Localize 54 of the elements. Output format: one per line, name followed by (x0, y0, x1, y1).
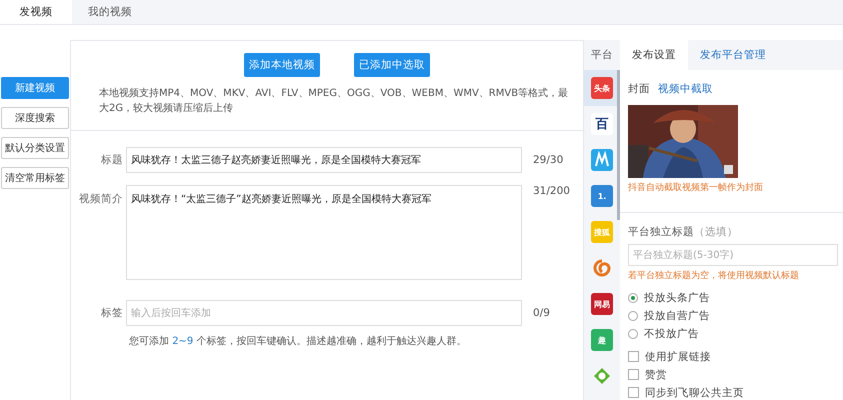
scrollbar[interactable] (617, 70, 620, 220)
platform-logo: 头条 (591, 77, 613, 99)
radio-button[interactable] (628, 328, 638, 338)
option-label: 投放头条广告 (644, 290, 710, 304)
sidebar-button[interactable]: 深度搜索 (1, 107, 69, 129)
platform-title-field[interactable]: 平台独立标题(5-30字) (628, 244, 838, 266)
char-count: 29/30 (533, 154, 564, 166)
char-count: 0/9 (533, 307, 550, 319)
page-tab[interactable]: 我的视频 (72, 0, 148, 24)
cover-label: 封面 (628, 82, 650, 96)
sidebar-button[interactable]: 新建视频 (1, 77, 69, 99)
platform-logo: 搜狐 (591, 221, 613, 243)
field-label: 视频简介 (78, 192, 124, 206)
description-field[interactable]: 风味犹存！“太监三德子”赵亮娇妻近照曝光，原是全国模特大赛冠军 (126, 185, 522, 280)
platform-header: 平台 (590, 48, 614, 62)
checkbox[interactable] (628, 387, 639, 398)
option-label: 不投放广告 (644, 326, 699, 340)
upload-button[interactable]: 添加本地视频 (244, 53, 320, 77)
page-tab[interactable]: 发视频 (0, 0, 72, 24)
platform-logo: 百 (591, 113, 613, 135)
checkbox[interactable] (628, 351, 639, 362)
settings-tab[interactable]: 发布平台管理 (688, 40, 778, 70)
option-label: 使用扩展链接 (645, 350, 711, 364)
sidebar-button[interactable]: 默认分类设置 (1, 137, 69, 159)
title-note: 若平台独立标题为空，将使用视频默认标题 (628, 270, 800, 282)
platform-logo: 1. (591, 185, 613, 207)
char-count: 31/200 (533, 185, 570, 197)
text-field[interactable]: 风味犹存！太监三德子赵亮娇妻近照曝光，原是全国模特大赛冠军 (126, 147, 522, 173)
platform-logo: 网易 (591, 293, 613, 315)
option-label: 投放自营广告 (644, 308, 710, 322)
option-label: 赞赏 (645, 368, 667, 382)
tag-hint: 您可添加 2~9 个标签，按回车键确认。描述越准确，越利于触达兴趣人群。 (129, 334, 468, 348)
field-label: 标签 (100, 306, 124, 320)
option-label: 同步到飞聊公共主页 (645, 386, 744, 400)
format-note: 本地视频支持MP4、MOV、MKV、AVI、FLV、MPEG、OGG、VOB、WEBM、WMV、RMVB等格式，最大2G，较大视频请压缩后上传 (99, 86, 569, 116)
text-field[interactable]: 输入后按回车添加 (126, 300, 522, 326)
checkbox[interactable] (628, 369, 639, 380)
platform-logo: 趣 (591, 329, 613, 351)
radio-button[interactable] (628, 310, 638, 320)
radio-button[interactable] (628, 292, 638, 302)
platform-item[interactable]: 网易 (584, 286, 620, 322)
settings-tab[interactable]: 发布设置 (620, 40, 688, 70)
title-label: 平台独立标题 (628, 226, 694, 238)
platform-item[interactable]: 头条 (584, 70, 620, 106)
upload-button[interactable]: 已添加中选取 (354, 53, 430, 77)
zigzag-logo-icon (591, 149, 613, 171)
platform-item[interactable]: 百 (584, 106, 620, 142)
sidebar-button[interactable]: 清空常用标签 (1, 167, 69, 189)
optional-label: （选填） (694, 226, 738, 238)
field-label: 标题 (100, 153, 124, 167)
capture-link[interactable]: 视频中截取 (658, 82, 713, 96)
cover-note: 抖音自动截取视频第一帧作为封面 (628, 182, 764, 194)
platform-item[interactable]: 1. (584, 178, 620, 214)
spiral-logo-icon (591, 257, 613, 279)
